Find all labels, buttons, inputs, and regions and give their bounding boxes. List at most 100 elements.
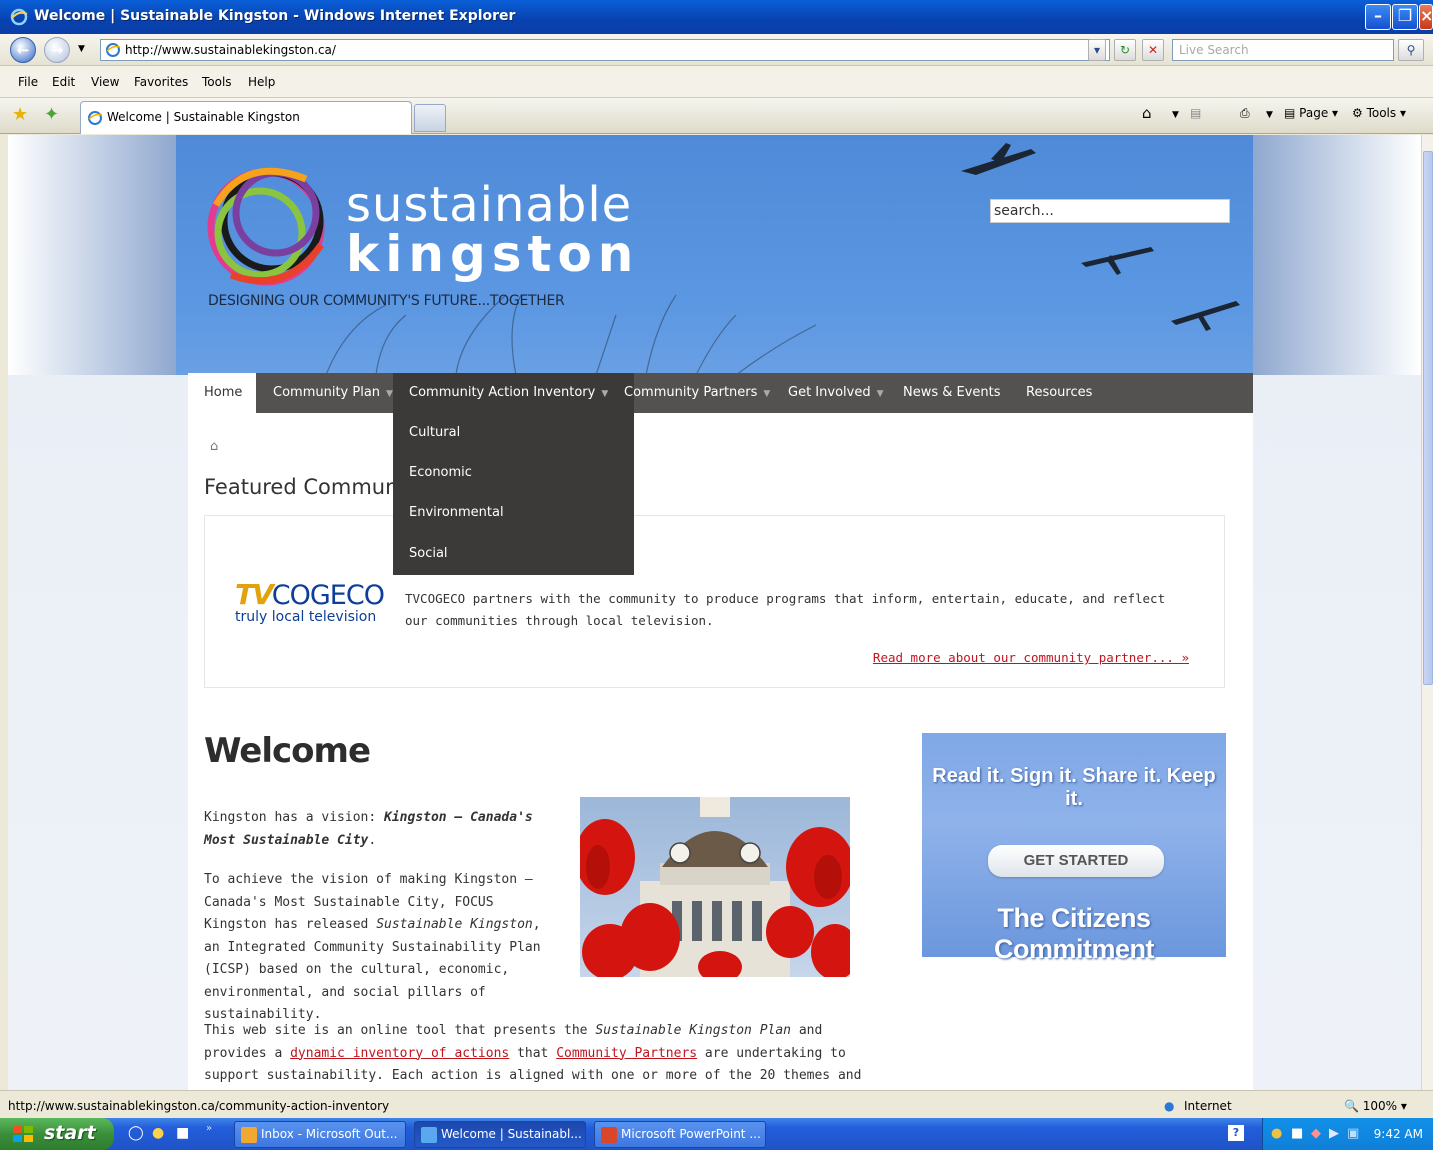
help-icon[interactable]: ? bbox=[1228, 1125, 1244, 1141]
page-menu[interactable]: ▤ Page ▾ bbox=[1284, 106, 1338, 120]
dynamic-inventory-link[interactable]: dynamic inventory of actions bbox=[290, 1046, 509, 1061]
nav-resources[interactable]: Resources bbox=[1010, 373, 1108, 413]
welcome-paragraph-2: To achieve the vision of making Kingston… bbox=[204, 869, 564, 1027]
logo-cogeco-text: COGECO bbox=[271, 580, 385, 611]
citizens-commitment-banner[interactable]: Read it. Sign it. Share it. Keep it. GET… bbox=[922, 733, 1226, 964]
logo-wordmark-bottom: kingston bbox=[346, 225, 640, 283]
nav-community-plan[interactable]: Community Plan ▼ bbox=[257, 373, 409, 413]
get-started-button[interactable]: GET STARTED bbox=[988, 845, 1164, 877]
main-navigation: Home Community Plan ▼ Community Action In… bbox=[188, 373, 1253, 413]
p3-text: This web site is an online tool that pre… bbox=[204, 1023, 596, 1038]
tab-page-icon bbox=[88, 111, 103, 125]
menu-view[interactable]: View bbox=[91, 75, 119, 89]
search-icon[interactable]: ⚲ bbox=[1398, 39, 1424, 61]
tray-network-icon[interactable]: ■ bbox=[1291, 1126, 1303, 1141]
new-tab-button[interactable] bbox=[414, 104, 446, 132]
zoom-level[interactable]: 🔍 100% ▾ bbox=[1344, 1099, 1407, 1113]
history-dropdown-icon[interactable]: ▼ bbox=[78, 44, 85, 54]
nav-get-involved[interactable]: Get Involved ▼ bbox=[772, 373, 900, 413]
tray-display-icon[interactable]: ▣ bbox=[1347, 1126, 1359, 1141]
page-viewport: sustainable kingston DESIGNING OUR COMMU… bbox=[8, 135, 1421, 1090]
outlook-icon bbox=[241, 1127, 257, 1143]
url-field[interactable]: http://www.sustainablekingston.ca/ bbox=[100, 39, 1110, 61]
close-window-button[interactable]: × bbox=[1419, 4, 1433, 30]
nav-news-events[interactable]: News & Events bbox=[887, 373, 1017, 413]
start-button[interactable]: start bbox=[0, 1118, 114, 1150]
menu-favorites[interactable]: Favorites bbox=[134, 75, 188, 89]
task-outlook[interactable]: Inbox - Microsoft Out... bbox=[234, 1121, 406, 1148]
nav-home[interactable]: Home bbox=[188, 373, 256, 413]
task-outlook-label: Inbox - Microsoft Out... bbox=[261, 1127, 398, 1141]
tab-label: Welcome | Sustainable Kingston bbox=[107, 110, 300, 124]
dropdown-item-environmental[interactable]: Environmental bbox=[409, 505, 504, 520]
menu-bar: File Edit View Favorites Tools Help bbox=[0, 66, 1433, 98]
task-ie[interactable]: Welcome | Sustainabl... bbox=[414, 1121, 586, 1148]
menu-help[interactable]: Help bbox=[248, 75, 275, 89]
back-button[interactable]: ← bbox=[10, 37, 36, 63]
restore-button[interactable]: ❐ bbox=[1392, 4, 1418, 30]
welcome-paragraph-3: This web site is an online tool that pre… bbox=[204, 1020, 874, 1090]
back-arrow-icon: ← bbox=[16, 41, 30, 59]
globe-icon: ● bbox=[1164, 1099, 1175, 1113]
system-tray: ● ■ ◆ ▶ ▣ 9:42 AM bbox=[1262, 1118, 1433, 1150]
ie-icon bbox=[421, 1127, 437, 1143]
p3-text-3: that bbox=[509, 1045, 557, 1061]
forward-button[interactable]: → bbox=[44, 37, 70, 63]
stop-button[interactable]: ✕ bbox=[1142, 39, 1164, 61]
dropdown-item-economic[interactable]: Economic bbox=[409, 465, 472, 480]
read-more-link[interactable]: Read more about our community partner...… bbox=[873, 650, 1189, 665]
tab-bar: ★ ✦ Welcome | Sustainable Kingston ⌂ ▼ ▤… bbox=[0, 98, 1433, 134]
featured-partner-box: TVCOGECO truly local television TVCOGECO… bbox=[204, 515, 1225, 688]
tray-volume-icon[interactable]: ▶ bbox=[1329, 1126, 1339, 1141]
quicklaunch-desktop-icon[interactable]: ■ bbox=[176, 1125, 189, 1141]
tools-menu-label: Tools bbox=[1366, 106, 1397, 120]
favorites-star-icon[interactable]: ★ bbox=[12, 104, 28, 125]
quicklaunch-more-icon[interactable]: » bbox=[206, 1123, 212, 1134]
powerpoint-icon bbox=[601, 1127, 617, 1143]
nav-resources-label: Resources bbox=[1026, 385, 1093, 400]
quicklaunch-outlook-icon[interactable]: ● bbox=[152, 1125, 164, 1141]
status-bar: http://www.sustainablekingston.ca/commun… bbox=[0, 1090, 1433, 1118]
nav-home-label: Home bbox=[204, 385, 243, 400]
community-partners-link[interactable]: Community Partners bbox=[556, 1046, 697, 1061]
home-icon[interactable]: ⌂ bbox=[1142, 104, 1152, 122]
tab-welcome[interactable]: Welcome | Sustainable Kingston bbox=[80, 101, 412, 134]
live-search-input[interactable]: Live Search bbox=[1172, 39, 1394, 61]
site-search-input[interactable]: search... bbox=[990, 199, 1230, 223]
nav-community-partners[interactable]: Community Partners ▼ bbox=[608, 373, 786, 413]
dropdown-item-social[interactable]: Social bbox=[409, 546, 448, 561]
print-icon[interactable]: ⎙ bbox=[1240, 106, 1250, 121]
welcome-paragraph-1: Kingston has a vision: Kingston — Canada… bbox=[204, 807, 554, 852]
menu-tools[interactable]: Tools bbox=[202, 75, 232, 89]
dropdown-item-cultural[interactable]: Cultural bbox=[409, 425, 460, 440]
ie-logo-icon bbox=[10, 8, 28, 26]
tray-security-icon[interactable]: ◆ bbox=[1311, 1126, 1321, 1141]
print-dropdown-icon[interactable]: ▼ bbox=[1266, 110, 1273, 120]
task-powerpoint-label: Microsoft PowerPoint ... bbox=[621, 1127, 761, 1141]
vertical-scrollbar[interactable] bbox=[1421, 135, 1433, 1090]
commitment-slogan: Read it. Sign it. Share it. Keep it. bbox=[932, 765, 1216, 810]
header-fade-right bbox=[1253, 135, 1421, 375]
tray-outlook-icon[interactable]: ● bbox=[1271, 1126, 1282, 1141]
menu-edit[interactable]: Edit bbox=[52, 75, 75, 89]
scrollbar-thumb[interactable] bbox=[1423, 151, 1433, 685]
url-dropdown-button[interactable]: ▾ bbox=[1088, 39, 1106, 61]
refresh-button[interactable]: ↻ bbox=[1114, 39, 1136, 61]
logo-tv-text: TV bbox=[235, 578, 274, 611]
quicklaunch-ie-icon[interactable]: ◯ bbox=[128, 1125, 144, 1141]
home-dropdown-icon[interactable]: ▼ bbox=[1172, 110, 1179, 120]
url-text: http://www.sustainablekingston.ca/ bbox=[125, 43, 336, 57]
tools-menu[interactable]: ⚙ Tools ▾ bbox=[1352, 106, 1406, 120]
task-powerpoint[interactable]: Microsoft PowerPoint ... bbox=[594, 1121, 766, 1148]
featured-description: TVCOGECO partners with the community to … bbox=[405, 591, 1166, 628]
menu-file[interactable]: File bbox=[18, 75, 38, 89]
p1-text: Kingston has a vision: bbox=[204, 810, 385, 825]
feeds-icon[interactable]: ▤ bbox=[1190, 106, 1201, 120]
minimize-button[interactable]: – bbox=[1365, 4, 1391, 30]
windows-flag-icon bbox=[13, 1126, 33, 1142]
breadcrumb-home-icon[interactable]: ⌂ bbox=[210, 439, 218, 454]
nav-community-action-inventory[interactable]: Community Action Inventory ▼ bbox=[393, 373, 634, 413]
add-favorites-icon[interactable]: ✦ bbox=[44, 104, 59, 125]
nav-news-events-label: News & Events bbox=[903, 385, 1001, 400]
tvcogeco-logo[interactable]: TVCOGECO truly local television bbox=[235, 578, 385, 625]
